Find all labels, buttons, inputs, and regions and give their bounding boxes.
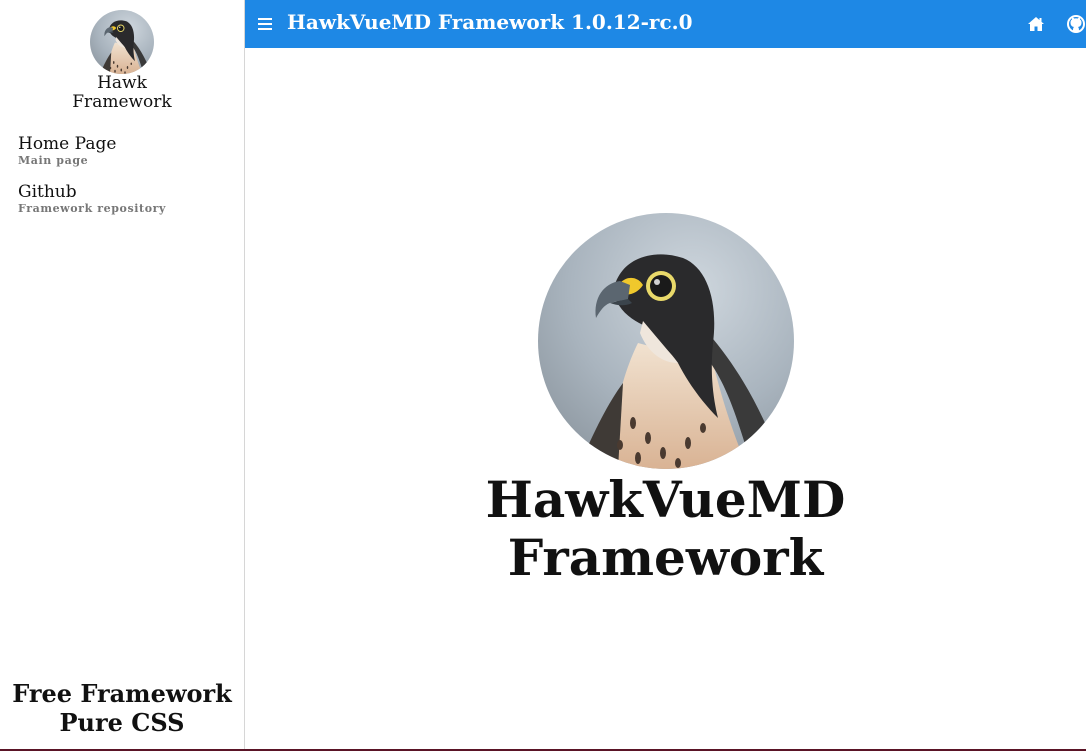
sidebar-item-sublabel: Framework repository	[18, 202, 167, 215]
sidebar: Hawk Framework Home Page Main page Githu…	[0, 0, 245, 751]
sidebar-brand[interactable]: Hawk Framework	[0, 10, 244, 112]
main-content: HawkVueMD Framework	[245, 48, 1086, 751]
sidebar-item-label: Home Page	[18, 134, 117, 154]
github-button[interactable]	[1066, 14, 1086, 34]
sidebar-item-sublabel: Main page	[18, 154, 89, 167]
sidebar-item-home-page[interactable]: Home Page Main page	[18, 133, 166, 167]
github-icon	[1067, 15, 1085, 33]
app-title: HawkVueMD Framework 1.0.12-rc.0	[287, 10, 693, 34]
top-app-bar: HawkVueMD Framework 1.0.12-rc.0	[245, 0, 1086, 48]
home-icon	[1028, 17, 1044, 31]
brand-avatar	[90, 10, 154, 74]
sidebar-footer: Free Framework Pure CSS	[0, 679, 244, 737]
hero: HawkVueMD Framework	[245, 213, 1086, 587]
hero-falcon-image	[538, 213, 794, 469]
brand-name-line2: Framework	[72, 92, 172, 112]
sidebar-item-label: Github	[18, 182, 77, 202]
menu-icon	[258, 18, 272, 30]
footer-line2: Pure CSS	[59, 708, 185, 737]
sidebar-nav: Home Page Main page Github Framework rep…	[18, 133, 166, 229]
hero-title-line1: HawkVueMD	[485, 470, 846, 529]
menu-button[interactable]	[257, 14, 273, 34]
sidebar-item-github[interactable]: Github Framework repository	[18, 181, 166, 215]
hero-title-line2: Framework	[507, 528, 824, 587]
home-button[interactable]	[1026, 14, 1046, 34]
brand-name-line1: Hawk	[97, 73, 147, 93]
footer-line1: Free Framework	[12, 679, 232, 708]
hero-title: HawkVueMD Framework	[245, 471, 1086, 587]
